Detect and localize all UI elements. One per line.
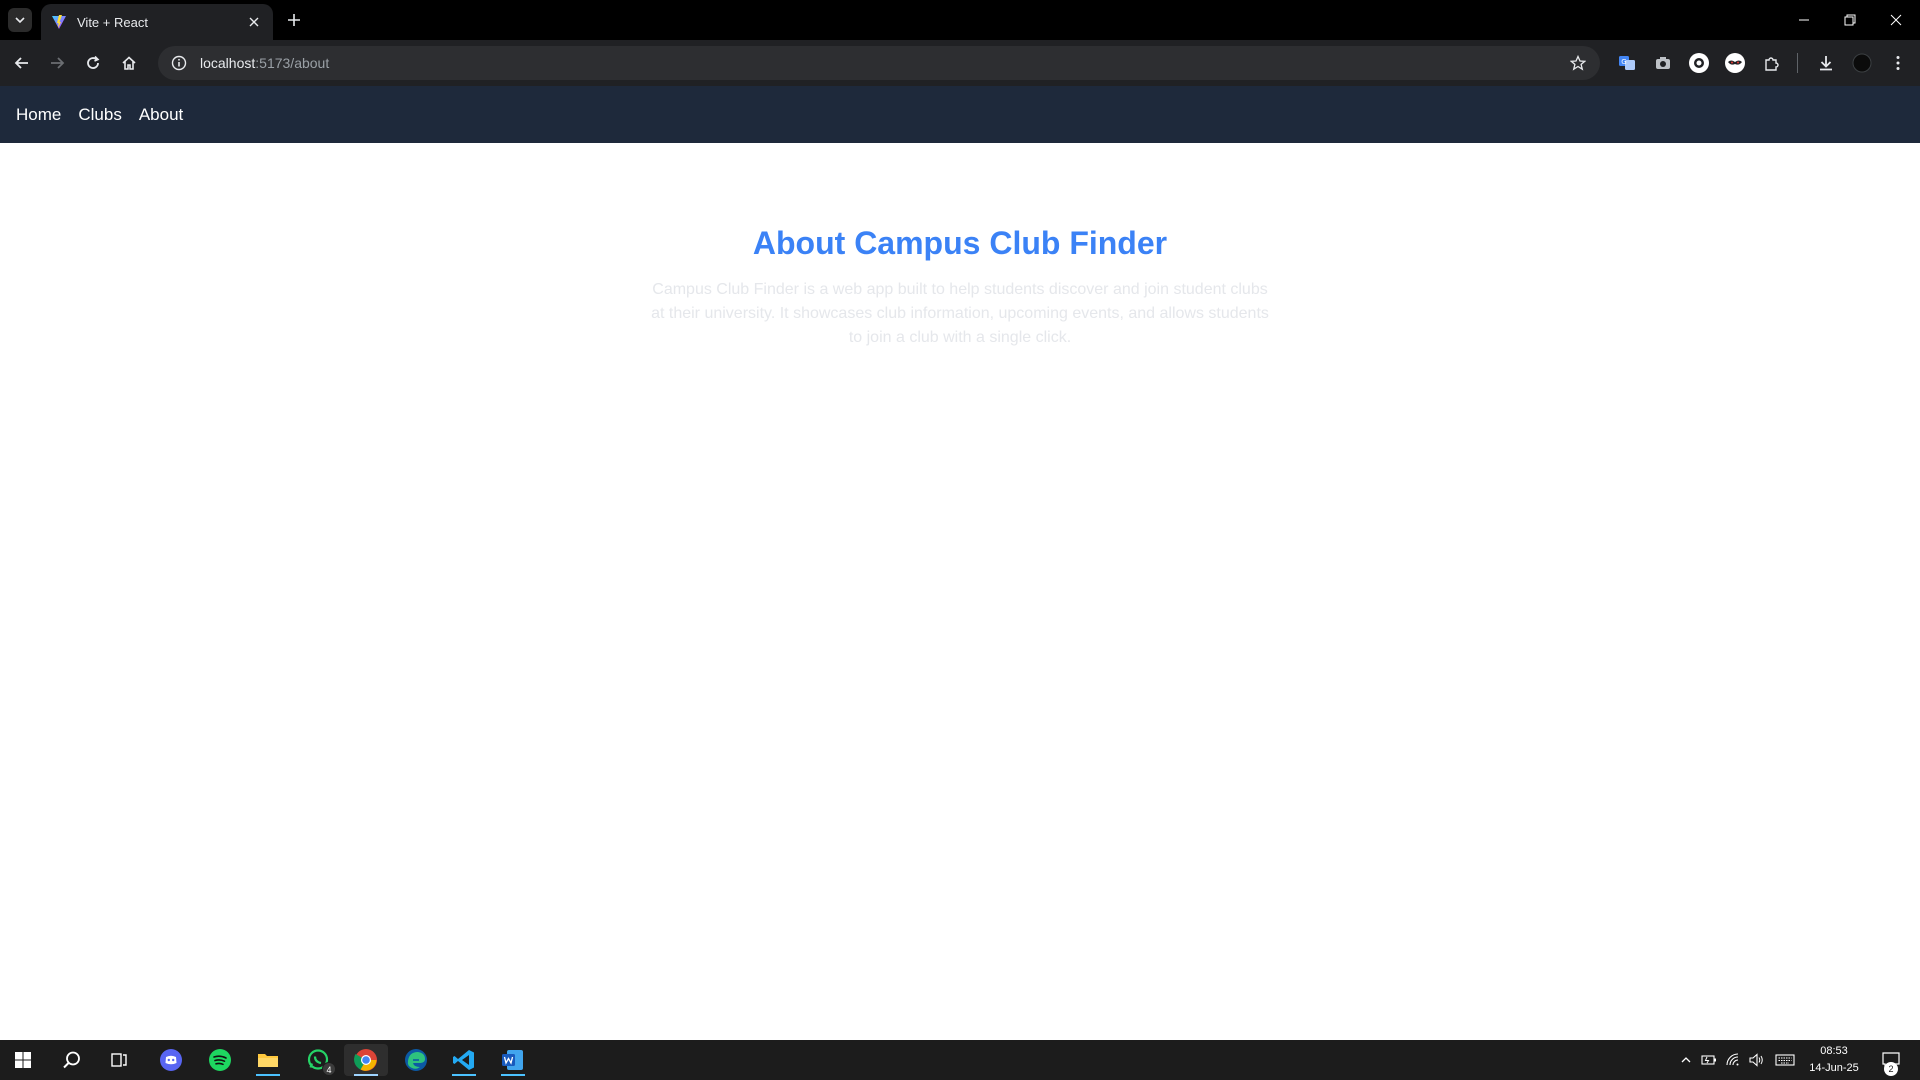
- taskbar-spotify[interactable]: [198, 1044, 242, 1076]
- minimize-button[interactable]: [1781, 0, 1827, 40]
- home-icon: [122, 56, 136, 70]
- tray-battery[interactable]: [1699, 1050, 1719, 1070]
- vite-logo-icon: [52, 15, 66, 29]
- tab-search-button[interactable]: [8, 8, 32, 32]
- forward-button[interactable]: [41, 47, 73, 79]
- nav-link-clubs[interactable]: Clubs: [78, 105, 121, 125]
- taskbar-whatsapp[interactable]: 4: [296, 1044, 340, 1076]
- reload-icon: [87, 55, 100, 69]
- battery-icon: [1701, 1055, 1716, 1065]
- extension-mask-icon: [1725, 53, 1745, 73]
- taskbar-vscode[interactable]: [442, 1044, 486, 1076]
- toolbar-separator: [1797, 53, 1798, 73]
- clock-date: 14-Jun-25: [1809, 1062, 1859, 1074]
- word-icon: [502, 1050, 523, 1070]
- taskbar-search-button[interactable]: [50, 1044, 94, 1076]
- task-view-button[interactable]: [97, 1044, 141, 1076]
- edge-icon: [405, 1049, 427, 1071]
- close-window-button[interactable]: [1873, 0, 1919, 40]
- bookmark-button[interactable]: [1568, 53, 1588, 73]
- home-button[interactable]: [113, 47, 145, 79]
- browser-tab[interactable]: Vite + React: [41, 4, 273, 40]
- reload-button[interactable]: [77, 47, 109, 79]
- whatsapp-unread-badge: 4: [322, 1062, 336, 1076]
- restore-button[interactable]: [1827, 0, 1873, 40]
- keyboard-icon: [1775, 1054, 1795, 1066]
- browser-menu-button[interactable]: [1887, 52, 1909, 74]
- translate-extension[interactable]: G: [1616, 52, 1638, 74]
- arrow-right-icon: [51, 57, 65, 69]
- tray-keyboard[interactable]: [1775, 1050, 1795, 1070]
- discord-icon: [160, 1049, 182, 1071]
- chrome-icon: [354, 1049, 377, 1071]
- arrow-left-icon: [14, 57, 28, 69]
- nav-link-home[interactable]: Home: [16, 105, 61, 125]
- start-button[interactable]: [1, 1044, 45, 1076]
- windows-logo-icon: [15, 1052, 31, 1068]
- taskbar-clock[interactable]: 08:53 14-Jun-25: [1800, 1043, 1868, 1077]
- about-section: About Campus Club Finder Campus Club Fin…: [0, 143, 1920, 350]
- taskbar-file-explorer[interactable]: [246, 1044, 290, 1076]
- extensions-menu-button[interactable]: [1761, 52, 1783, 74]
- site-navbar: Home Clubs About: [0, 86, 1920, 143]
- browser-tab-strip: Vite + React: [0, 0, 1920, 40]
- chevron-down-icon: [15, 17, 25, 24]
- downloads-button[interactable]: [1815, 52, 1837, 74]
- taskbar-word[interactable]: [491, 1044, 535, 1076]
- page-title: About Campus Club Finder: [752, 225, 1168, 261]
- screenshot-extension[interactable]: [1652, 52, 1674, 74]
- minimize-icon: [1799, 19, 1809, 21]
- tray-overflow-button[interactable]: [1676, 1050, 1696, 1070]
- about-description: Campus Club Finder is a web app built to…: [651, 281, 1269, 346]
- chevron-up-icon: [1681, 1057, 1691, 1063]
- nav-link-about[interactable]: About: [139, 105, 183, 125]
- tray-volume[interactable]: [1746, 1050, 1766, 1070]
- tab-title: Vite + React: [77, 14, 148, 30]
- camera-icon: [1656, 57, 1670, 69]
- wifi-icon: [1726, 1053, 1739, 1066]
- active-indicator: [354, 1074, 378, 1076]
- site-info-button[interactable]: [170, 54, 188, 72]
- puzzle-icon: [1765, 57, 1779, 71]
- download-icon: [1820, 56, 1832, 71]
- tray-network[interactable]: [1723, 1050, 1743, 1070]
- back-button[interactable]: [6, 47, 38, 79]
- extension-a[interactable]: [1688, 52, 1710, 74]
- close-icon: [1890, 14, 1902, 26]
- taskbar-chrome[interactable]: [344, 1044, 388, 1076]
- more-vertical-icon: [1896, 56, 1900, 70]
- plus-icon: [288, 14, 300, 26]
- info-icon: [171, 55, 187, 71]
- star-icon: [1570, 55, 1586, 71]
- spotify-icon: [209, 1049, 231, 1071]
- volume-icon: [1749, 1053, 1763, 1067]
- translate-icon: G: [1619, 56, 1635, 70]
- taskbar-discord[interactable]: [149, 1044, 193, 1076]
- profile-button[interactable]: [1851, 52, 1873, 74]
- restore-icon: [1844, 14, 1856, 26]
- clock-time: 08:53: [1820, 1045, 1848, 1057]
- vscode-icon: [453, 1050, 474, 1070]
- extension-b[interactable]: [1724, 52, 1746, 74]
- running-indicator: [452, 1074, 476, 1076]
- windows-taskbar: 4 08:53 14-Jun-25 2: [0, 1040, 1920, 1080]
- search-icon: [63, 1051, 80, 1069]
- url-path: :5173/about: [255, 55, 330, 71]
- running-indicator: [501, 1074, 525, 1076]
- folder-icon: [258, 1054, 278, 1067]
- notification-count-badge: 2: [1884, 1062, 1898, 1076]
- svg-text:G: G: [1621, 58, 1626, 66]
- tab-close-button[interactable]: [245, 13, 263, 31]
- browser-toolbar: localhost:5173/about G: [0, 40, 1920, 86]
- address-bar[interactable]: localhost:5173/about: [158, 46, 1600, 80]
- close-icon: [249, 17, 259, 27]
- avatar-icon: [1852, 53, 1872, 73]
- new-tab-button[interactable]: [282, 8, 306, 32]
- extension-badge-icon: [1689, 53, 1709, 73]
- url-host: localhost: [200, 55, 256, 71]
- taskbar-edge[interactable]: [394, 1044, 438, 1076]
- running-indicator: [256, 1074, 280, 1076]
- task-view-icon: [111, 1053, 127, 1067]
